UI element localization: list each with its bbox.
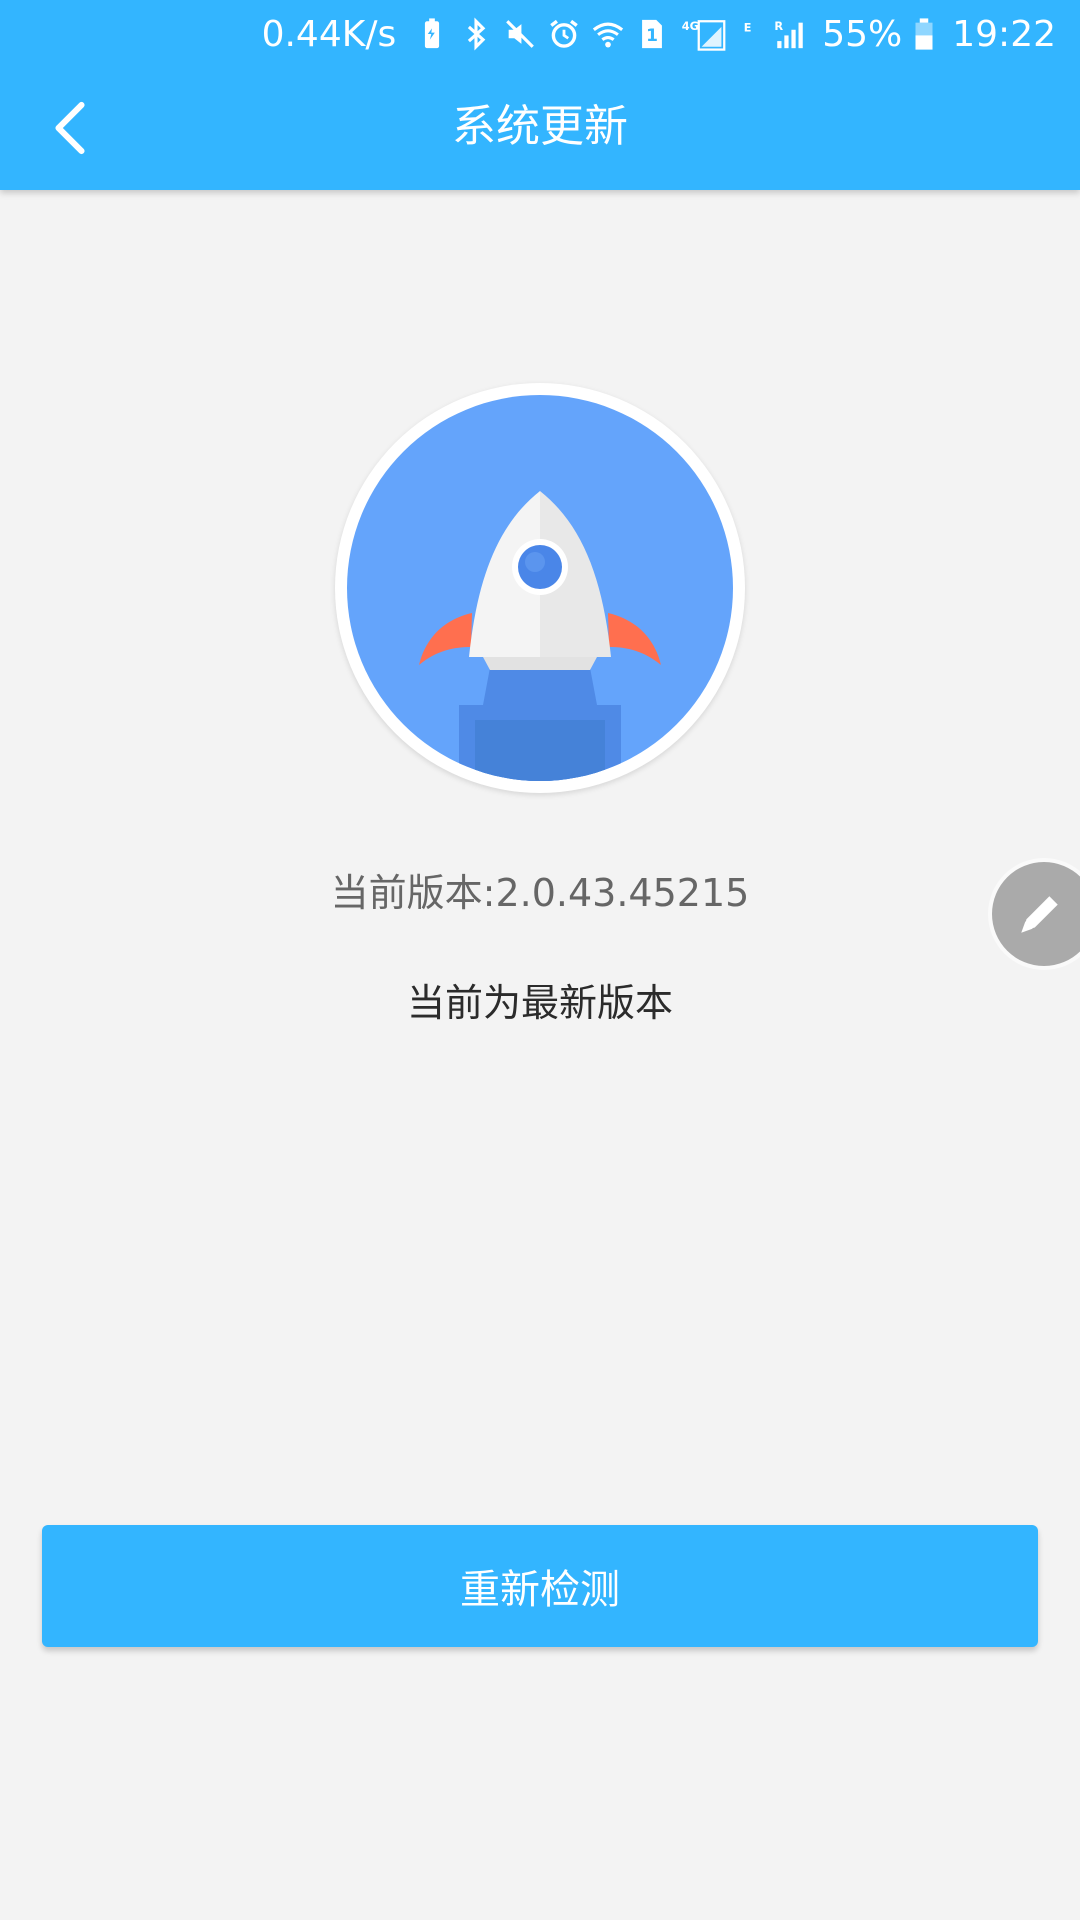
title-bar: 系统更新: [0, 68, 1080, 190]
battery-saver-icon: [413, 14, 451, 54]
clock-time: 19:22: [952, 13, 1056, 55]
pencil-icon: [1021, 896, 1058, 933]
bluetooth-icon: [457, 14, 495, 54]
battery-percent: 55%: [822, 13, 903, 55]
rocket-icon: [347, 395, 733, 781]
recheck-button[interactable]: 重新检测: [42, 1525, 1038, 1647]
page-title: 系统更新: [452, 101, 628, 152]
roaming-signal-icon: R: [771, 14, 809, 54]
e-signal-icon: E: [735, 14, 765, 54]
floating-edit-button[interactable]: [992, 862, 1080, 966]
sim-label: 1: [646, 26, 658, 46]
wifi-icon: [589, 14, 627, 54]
sim-1-icon: 1: [633, 14, 671, 54]
update-emblem: [335, 383, 745, 793]
status-bar: 0.44K/s 1 4G E R 55% 19:22: [0, 0, 1080, 68]
roaming-label: R: [775, 19, 784, 33]
mute-icon: [501, 14, 539, 54]
app-header: 0.44K/s 1 4G E R 55% 19:22 系统更新: [0, 0, 1080, 190]
network-speed: 0.44K/s: [261, 13, 397, 55]
4g-signal-icon: 4G: [677, 14, 729, 54]
battery-icon: [911, 14, 937, 54]
system-update-screen: 0.44K/s 1 4G E R 55% 19:22 系统更新 当前版本:2.0…: [0, 0, 1080, 1920]
4g-label: 4G: [682, 19, 699, 33]
update-status-text: 当前为最新版本: [406, 981, 673, 1025]
alarm-icon: [545, 14, 583, 54]
current-version-text: 当前版本:2.0.43.45215: [330, 871, 750, 915]
e-label: E: [744, 22, 752, 35]
